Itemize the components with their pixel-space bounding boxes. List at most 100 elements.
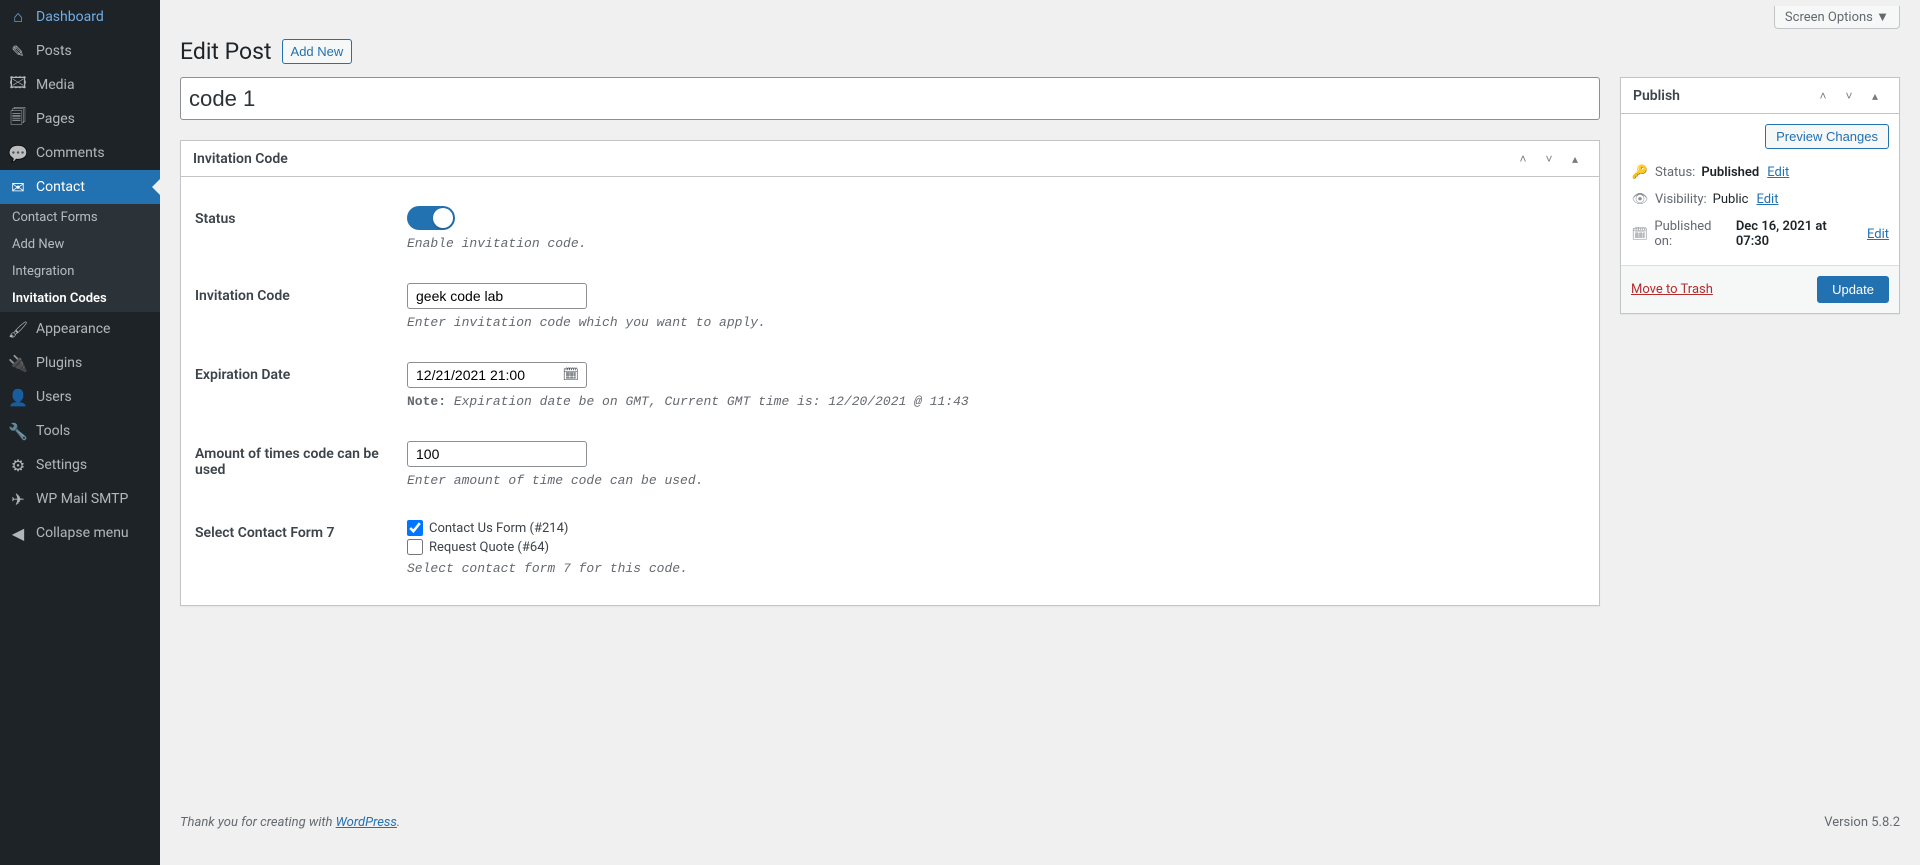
- sidebar-item-label: Posts: [36, 43, 72, 59]
- toggle-panel-button[interactable]: ▴: [1563, 147, 1587, 171]
- invitation-code-input[interactable]: [407, 283, 587, 309]
- sidebar-item-label: Appearance: [36, 321, 110, 337]
- comments-icon: 💬: [8, 143, 28, 163]
- update-button[interactable]: Update: [1817, 276, 1889, 303]
- mail-icon: ✈: [8, 489, 28, 509]
- plugins-icon: 🔌: [8, 353, 28, 373]
- expiration-note: Note: Expiration date be on GMT, Current…: [407, 394, 1575, 409]
- sidebar-item-label: WP Mail SMTP: [36, 491, 128, 507]
- sidebar-item-label: Plugins: [36, 355, 82, 371]
- move-to-trash-link[interactable]: Move to Trash: [1631, 282, 1713, 297]
- screen-options-label: Screen Options: [1785, 10, 1873, 25]
- chevron-down-icon: ▼: [1876, 10, 1889, 25]
- chevron-down-icon: ˅: [1545, 152, 1552, 166]
- sidebar-item-contact[interactable]: ✉ Contact: [0, 170, 160, 204]
- calendar-icon: 🗓: [1631, 227, 1648, 242]
- collapse-icon: ◀: [8, 523, 28, 543]
- move-down-button[interactable]: ˅: [1837, 84, 1861, 108]
- sidebar-item-label: Comments: [36, 145, 105, 161]
- sidebar-item-collapse[interactable]: ◀ Collapse menu: [0, 516, 160, 550]
- status-help: Enable invitation code.: [407, 236, 1575, 251]
- expiration-date-input[interactable]: [407, 362, 587, 388]
- status-value: Published: [1701, 165, 1759, 180]
- page-title: Edit Post: [180, 38, 272, 65]
- media-icon: 🖾: [8, 75, 28, 95]
- appearance-icon: 🖌: [8, 319, 28, 339]
- sidebar-item-label: Tools: [36, 423, 70, 439]
- cf7-option-label: Request Quote (#64): [429, 540, 549, 555]
- sidebar-sub-contact-forms[interactable]: Contact Forms: [0, 204, 160, 231]
- select-cf7-label: Select Contact Form 7: [195, 525, 335, 541]
- sidebar-item-posts[interactable]: ✎ Posts: [0, 34, 160, 68]
- sidebar-item-users[interactable]: 👤 Users: [0, 380, 160, 414]
- sidebar-item-appearance[interactable]: 🖌 Appearance: [0, 312, 160, 346]
- sidebar-sub-integration[interactable]: Integration: [0, 258, 160, 285]
- cf7-option-request-quote-checkbox[interactable]: [407, 539, 423, 555]
- sidebar-sub-add-new[interactable]: Add New: [0, 231, 160, 258]
- status-toggle[interactable]: [407, 206, 455, 230]
- sidebar-submenu: Contact Forms Add New Integration Invita…: [0, 204, 160, 312]
- edit-status-link[interactable]: Edit: [1767, 165, 1789, 180]
- status-label: Status:: [1655, 165, 1695, 180]
- settings-icon: ⚙: [8, 455, 28, 475]
- publish-title: Publish: [1633, 88, 1680, 104]
- admin-sidebar: ⌂ Dashboard ✎ Posts 🖾 Media 🗐 Pages 💬 Comment…: [0, 0, 160, 865]
- wordpress-link[interactable]: WordPress: [336, 815, 397, 830]
- published-on-value: Dec 16, 2021 at 07:30: [1736, 219, 1859, 249]
- cf7-help: Select contact form 7 for this code.: [407, 561, 1575, 576]
- toggle-panel-button[interactable]: ▴: [1863, 84, 1887, 108]
- move-up-button[interactable]: ˄: [1811, 84, 1835, 108]
- sidebar-item-label: Users: [36, 389, 72, 405]
- invitation-code-label: Invitation Code: [195, 288, 290, 304]
- edit-visibility-link[interactable]: Edit: [1756, 192, 1778, 207]
- amount-label: Amount of times code can be used: [195, 446, 379, 478]
- sidebar-item-settings[interactable]: ⚙ Settings: [0, 448, 160, 482]
- footer-thanks: Thank you for creating with WordPress.: [180, 815, 400, 830]
- screen-options-button[interactable]: Screen Options ▼: [1774, 6, 1900, 29]
- sidebar-item-label: Dashboard: [36, 9, 104, 25]
- post-title-input[interactable]: [180, 77, 1600, 120]
- dashboard-icon: ⌂: [8, 7, 28, 27]
- sidebar-item-dashboard[interactable]: ⌂ Dashboard: [0, 0, 160, 34]
- sidebar-sub-invitation-codes[interactable]: Invitation Codes: [0, 285, 160, 312]
- tools-icon: 🔧: [8, 421, 28, 441]
- key-icon: 🔑: [1631, 165, 1649, 180]
- sidebar-item-media[interactable]: 🖾 Media: [0, 68, 160, 102]
- eye-icon: 👁: [1631, 192, 1649, 207]
- metabox-title: Invitation Code: [193, 151, 288, 167]
- move-up-button[interactable]: ˄: [1511, 147, 1535, 171]
- status-label: Status: [195, 211, 235, 227]
- sidebar-item-label: Collapse menu: [36, 525, 129, 541]
- sidebar-item-label: Settings: [36, 457, 87, 473]
- sidebar-item-pages[interactable]: 🗐 Pages: [0, 102, 160, 136]
- expiration-date-label: Expiration Date: [195, 367, 290, 383]
- sidebar-item-comments[interactable]: 💬 Comments: [0, 136, 160, 170]
- published-on-label: Published on:: [1654, 219, 1729, 249]
- move-down-button[interactable]: ˅: [1537, 147, 1561, 171]
- invitation-code-metabox: Invitation Code ˄ ˅ ▴ Status: [180, 140, 1600, 606]
- chevron-up-icon: ˄: [1819, 89, 1826, 103]
- posts-icon: ✎: [8, 41, 28, 61]
- sidebar-item-plugins[interactable]: 🔌 Plugins: [0, 346, 160, 380]
- preview-changes-button[interactable]: Preview Changes: [1765, 124, 1889, 149]
- users-icon: 👤: [8, 387, 28, 407]
- amount-input[interactable]: [407, 441, 587, 467]
- edit-date-link[interactable]: Edit: [1867, 227, 1889, 242]
- sidebar-item-label: Media: [36, 77, 75, 93]
- visibility-label: Visibility:: [1655, 192, 1707, 207]
- sidebar-item-tools[interactable]: 🔧 Tools: [0, 414, 160, 448]
- chevron-down-icon: ˅: [1845, 89, 1852, 103]
- contact-icon: ✉: [8, 177, 28, 197]
- sidebar-item-label: Pages: [36, 111, 75, 127]
- caret-up-icon: ▴: [1572, 152, 1578, 166]
- cf7-option-label: Contact Us Form (#214): [429, 521, 568, 536]
- footer-version: Version 5.8.2: [1824, 815, 1900, 830]
- pages-icon: 🗐: [8, 109, 28, 129]
- chevron-up-icon: ˄: [1519, 152, 1526, 166]
- add-new-button[interactable]: Add New: [282, 39, 353, 64]
- sidebar-item-wp-mail-smtp[interactable]: ✈ WP Mail SMTP: [0, 482, 160, 516]
- sidebar-item-label: Contact: [36, 179, 85, 195]
- cf7-option-contact-us-checkbox[interactable]: [407, 520, 423, 536]
- visibility-value: Public: [1713, 192, 1749, 207]
- amount-help: Enter amount of time code can be used.: [407, 473, 1575, 488]
